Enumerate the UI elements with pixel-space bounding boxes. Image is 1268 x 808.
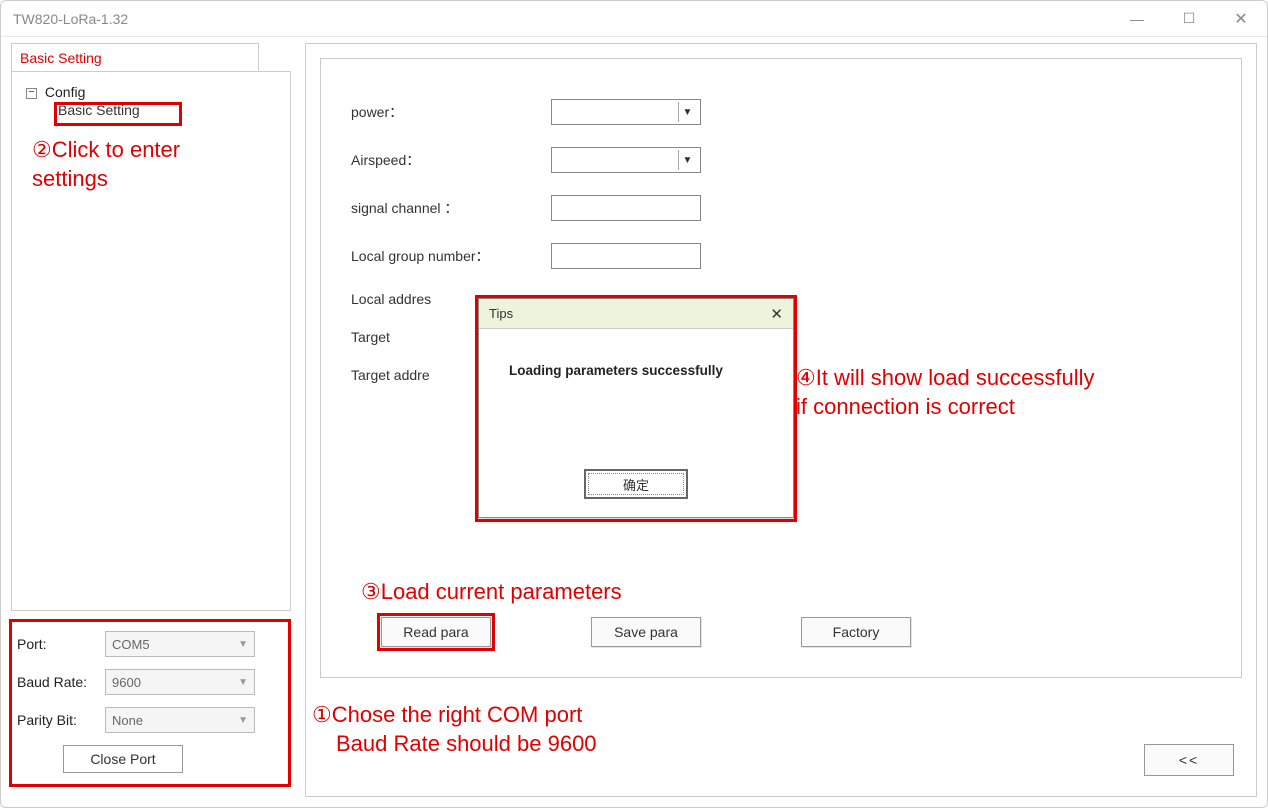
tips-dialog: Tips ✕ Loading parameters successfully 确… [478, 298, 794, 518]
chevron-down-icon: ▼ [678, 102, 696, 122]
titlebar: TW820-LoRa-1.32 — ☐ ✕ [1, 1, 1267, 37]
collapse-label: << [1179, 752, 1199, 768]
factory-label: Factory [833, 624, 880, 640]
power-select[interactable]: ▼ [551, 99, 701, 125]
chevron-down-icon: ▼ [678, 150, 696, 170]
signal-channel-label: signal channel ： [351, 198, 551, 218]
baud-value: 9600 [112, 675, 141, 690]
close-button[interactable]: ✕ [1215, 1, 1267, 36]
port-panel: Port: COM5 ▼ Baud Rate: 9600 ▼ Parity Bi… [11, 621, 291, 781]
close-port-label: Close Port [90, 751, 155, 767]
port-select[interactable]: COM5 ▼ [105, 631, 255, 657]
tree-root-label: Config [45, 84, 85, 100]
airspeed-select[interactable]: ▼ [551, 147, 701, 173]
parity-value: None [112, 713, 143, 728]
dialog-titlebar: Tips ✕ [479, 299, 793, 329]
save-para-button[interactable]: Save para [591, 617, 701, 647]
tree-root[interactable]: − Config [26, 84, 282, 100]
dialog-message: Loading parameters successfully [479, 329, 793, 398]
maximize-button[interactable]: ☐ [1163, 1, 1215, 36]
chevron-down-icon: ▼ [238, 677, 248, 688]
dialog-title: Tips [489, 306, 513, 321]
tree-panel: − Config Basic Setting ②Click to enter s… [11, 71, 291, 611]
window-controls: — ☐ ✕ [1111, 1, 1267, 36]
parity-select[interactable]: None ▼ [105, 707, 255, 733]
baud-label: Baud Rate: [17, 674, 105, 690]
tree-item-basic-setting[interactable]: Basic Setting [58, 102, 282, 118]
annotation-text-2: ②Click to enter settings [32, 136, 252, 193]
minimize-button[interactable]: — [1111, 1, 1163, 36]
dialog-ok-button[interactable]: 确定 [584, 469, 688, 499]
tab-basic-setting[interactable]: Basic Setting [11, 43, 259, 71]
close-port-button[interactable]: Close Port [63, 745, 183, 773]
factory-button[interactable]: Factory [801, 617, 911, 647]
local-group-label: Local group number： [351, 246, 551, 266]
tree-collapse-icon[interactable]: − [26, 88, 37, 99]
app-window: TW820-LoRa-1.32 — ☐ ✕ Basic Setting − Co… [0, 0, 1268, 808]
power-label: power： [351, 102, 551, 122]
dialog-ok-label: 确定 [623, 475, 649, 494]
port-value: COM5 [112, 637, 150, 652]
parity-label: Parity Bit: [17, 712, 105, 728]
tree-child-label: Basic Setting [58, 102, 140, 118]
read-para-button[interactable]: Read para [381, 617, 491, 647]
dialog-close-button[interactable]: ✕ [770, 305, 783, 323]
window-title: TW820-LoRa-1.32 [13, 11, 128, 27]
left-panel: Basic Setting − Config Basic Setting ②Cl… [11, 43, 291, 797]
port-label: Port: [17, 636, 105, 652]
tab-label: Basic Setting [20, 50, 102, 66]
read-para-label: Read para [403, 624, 468, 640]
signal-channel-input[interactable] [551, 195, 701, 221]
action-buttons: Read para Save para Factory [381, 617, 911, 647]
collapse-button[interactable]: << [1144, 744, 1234, 776]
save-para-label: Save para [614, 624, 678, 640]
airspeed-label: Airspeed： [351, 150, 551, 170]
local-group-input[interactable] [551, 243, 701, 269]
chevron-down-icon: ▼ [238, 715, 248, 726]
annotation-text-3: ③Load current parameters [361, 578, 622, 607]
baud-select[interactable]: 9600 ▼ [105, 669, 255, 695]
chevron-down-icon: ▼ [238, 639, 248, 650]
